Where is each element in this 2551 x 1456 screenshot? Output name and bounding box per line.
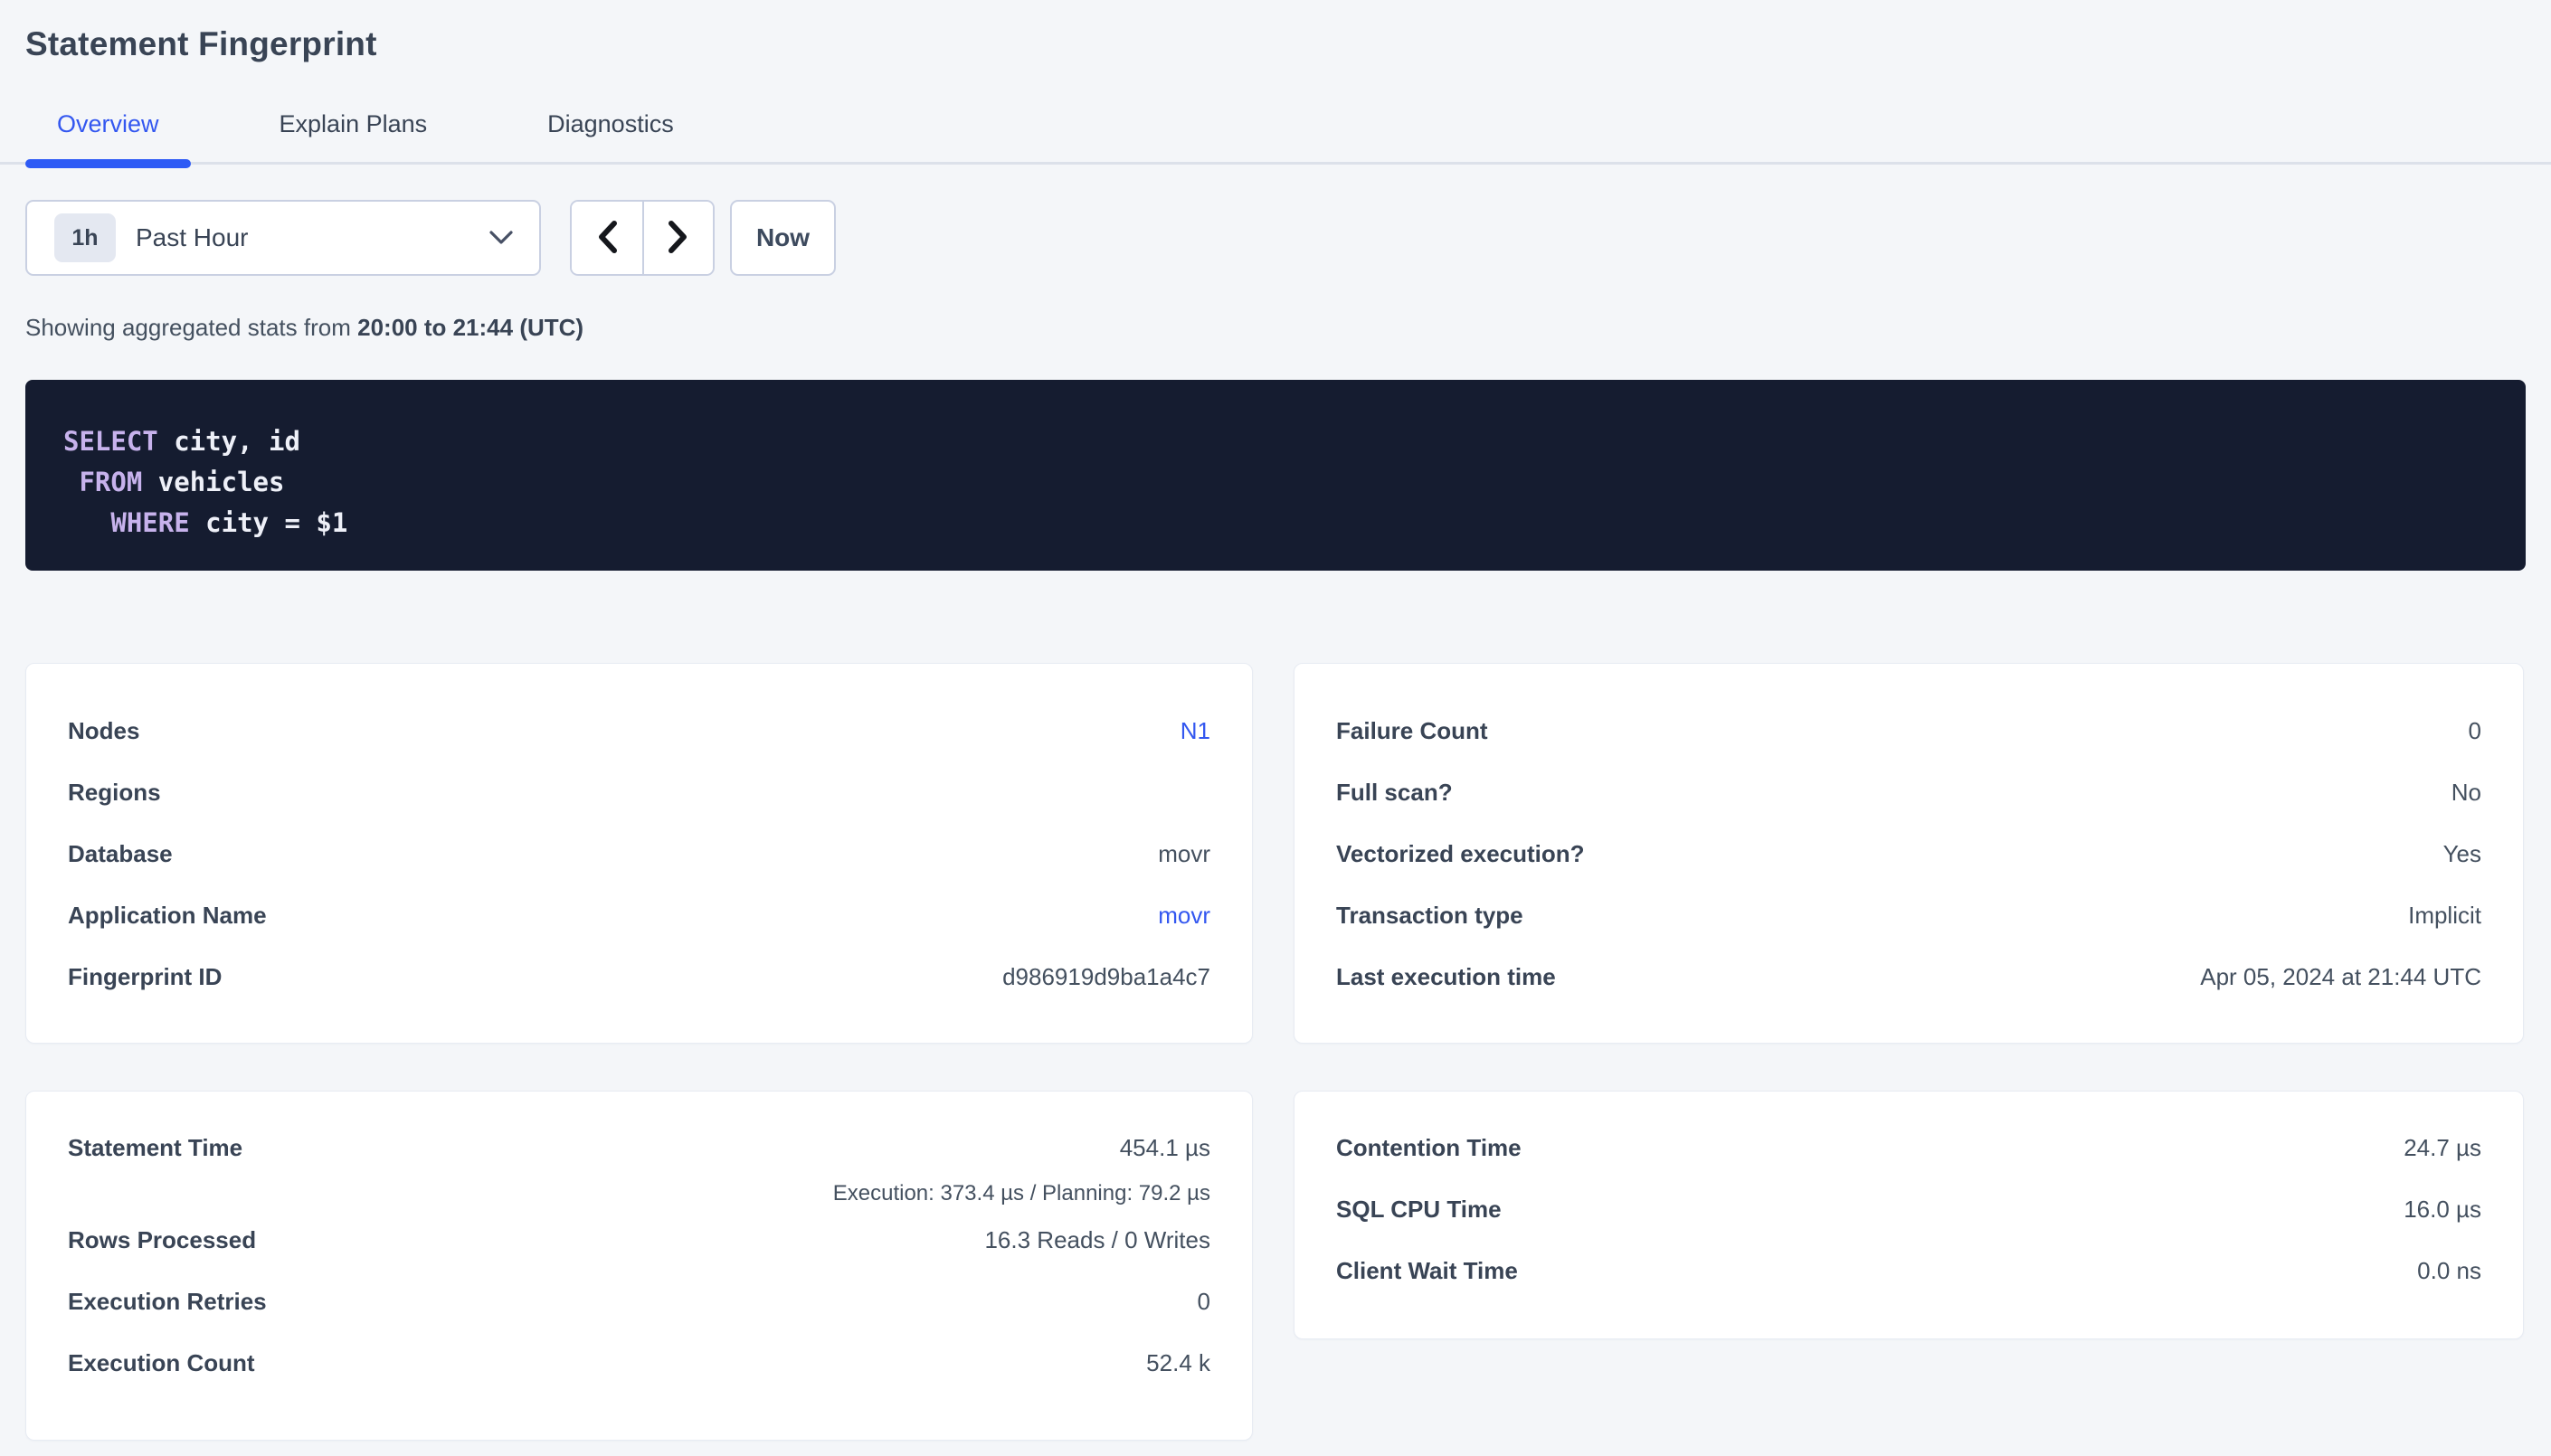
- table-row: Contention Time 24.7 µs: [1336, 1117, 2481, 1178]
- stats-line-prefix: Showing aggregated stats from: [25, 314, 357, 341]
- table-row: Last execution time Apr 05, 2024 at 21:4…: [1336, 946, 2481, 1007]
- row-label: Regions: [68, 779, 161, 807]
- row-value: 454.1 µs: [1120, 1134, 1210, 1162]
- row-value: 16.0 µs: [2404, 1196, 2481, 1224]
- row-label: Execution Retries: [68, 1288, 267, 1316]
- table-row: Vectorized execution? Yes: [1336, 823, 2481, 884]
- row-label: Application Name: [68, 902, 267, 930]
- tab-overview-label: Overview: [57, 110, 159, 137]
- tab-bar: Overview Explain Plans Diagnostics: [0, 110, 2551, 165]
- row-value: 0: [1198, 1288, 1210, 1316]
- sql-line: WHERE city = $1: [63, 503, 2489, 544]
- time-controls: 1h Past Hour Now: [25, 200, 2526, 276]
- row-value: No: [2451, 779, 2481, 807]
- row-value: 24.7 µs: [2404, 1134, 2481, 1162]
- sql-keyword: SELECT: [63, 426, 158, 457]
- table-row: Rows Processed 16.3 Reads / 0 Writes: [68, 1209, 1210, 1271]
- tab-overview[interactable]: Overview: [25, 110, 191, 162]
- row-value: 16.3 Reads / 0 Writes: [984, 1226, 1210, 1254]
- table-row: Regions: [68, 761, 1210, 823]
- sql-line: FROM vehicles: [63, 462, 2489, 503]
- row-value: 0.0 ns: [2417, 1257, 2481, 1285]
- row-label: Nodes: [68, 717, 139, 745]
- row-label: Contention Time: [1336, 1134, 1522, 1162]
- previous-interval-button[interactable]: [572, 202, 642, 274]
- sql-line: SELECT city, id: [63, 421, 2489, 462]
- tab-explain-plans-label: Explain Plans: [280, 110, 428, 137]
- sql-statement-box: SELECT city, id FROM vehicles WHERE city…: [25, 380, 2526, 571]
- row-subvalue: Execution: 373.4 µs / Planning: 79.2 µs: [833, 1181, 1210, 1206]
- row-value: Yes: [2443, 840, 2481, 868]
- sql-keyword: WHERE: [110, 507, 189, 538]
- sql-text: city, id: [158, 426, 300, 457]
- row-value: Apr 05, 2024 at 21:44 UTC: [2200, 963, 2481, 991]
- execution-attributes-card: Failure Count 0 Full scan? No Vectorized…: [1294, 663, 2524, 1044]
- row-label: Full scan?: [1336, 779, 1453, 807]
- chevron-right-icon: [668, 220, 689, 257]
- tab-diagnostics[interactable]: Diagnostics: [516, 110, 706, 162]
- table-row: Full scan? No: [1336, 761, 2481, 823]
- table-row: Transaction type Implicit: [1336, 884, 2481, 946]
- page-title: Statement Fingerprint: [25, 0, 2526, 65]
- statement-details-card: Nodes N1 Regions Database movr Applicati…: [25, 663, 1253, 1044]
- sql-text: city = $1: [190, 507, 348, 538]
- time-range-badge: 1h: [54, 213, 116, 262]
- table-row: Failure Count 0: [1336, 700, 2481, 761]
- statement-time-breakdown: Execution: 373.4 µs / Planning: 79.2 µs: [68, 1178, 1210, 1209]
- tab-explain-plans[interactable]: Explain Plans: [248, 110, 460, 162]
- table-row: Application Name movr: [68, 884, 1210, 946]
- row-label: Client Wait Time: [1336, 1257, 1518, 1285]
- stats-line-range: 20:00 to 21:44 (UTC): [357, 314, 583, 341]
- row-label: Execution Count: [68, 1349, 255, 1377]
- table-row: Fingerprint ID d986919d9ba1a4c7: [68, 946, 1210, 1007]
- table-row: Execution Retries 0: [68, 1271, 1210, 1332]
- statement-fingerprint-page: Statement Fingerprint Overview Explain P…: [0, 0, 2551, 1441]
- time-nav-button-group: [570, 200, 715, 276]
- row-value: 52.4 k: [1146, 1349, 1210, 1377]
- row-label: Statement Time: [68, 1134, 242, 1162]
- row-label: Database: [68, 840, 173, 868]
- aggregated-stats-line: Showing aggregated stats from 20:00 to 2…: [25, 314, 2526, 342]
- application-name-link[interactable]: movr: [1158, 902, 1210, 930]
- statement-time-card: Statement Time 454.1 µs Execution: 373.4…: [25, 1091, 1253, 1441]
- summary-cards: Nodes N1 Regions Database movr Applicati…: [25, 663, 2526, 1441]
- chevron-down-icon: [488, 230, 514, 251]
- table-row: Client Wait Time 0.0 ns: [1336, 1240, 2481, 1301]
- row-value: d986919d9ba1a4c7: [1002, 963, 1210, 991]
- nodes-link[interactable]: N1: [1181, 717, 1210, 745]
- row-label: Last execution time: [1336, 963, 1556, 991]
- row-label: SQL CPU Time: [1336, 1196, 1502, 1224]
- row-label: Fingerprint ID: [68, 963, 222, 991]
- row-label: Rows Processed: [68, 1226, 256, 1254]
- row-label: Vectorized execution?: [1336, 840, 1585, 868]
- active-tab-underline: [25, 159, 191, 168]
- row-label: Failure Count: [1336, 717, 1488, 745]
- sql-keyword: FROM: [79, 467, 142, 497]
- row-label: Transaction type: [1336, 902, 1523, 930]
- table-row: SQL CPU Time 16.0 µs: [1336, 1178, 2481, 1240]
- sql-text: vehicles: [142, 467, 284, 497]
- table-row: Execution Count 52.4 k: [68, 1332, 1210, 1394]
- now-button[interactable]: Now: [730, 200, 836, 276]
- time-range-dropdown[interactable]: 1h Past Hour: [25, 200, 541, 276]
- table-row: Nodes N1: [68, 700, 1210, 761]
- table-row: Statement Time 454.1 µs: [68, 1117, 1210, 1178]
- table-row: Database movr: [68, 823, 1210, 884]
- row-value: Implicit: [2408, 902, 2481, 930]
- next-interval-button[interactable]: [642, 202, 713, 274]
- row-value: 0: [2469, 717, 2481, 745]
- chevron-left-icon: [596, 220, 618, 257]
- time-range-selected-label: Past Hour: [136, 223, 488, 252]
- tab-diagnostics-label: Diagnostics: [547, 110, 674, 137]
- wait-time-card: Contention Time 24.7 µs SQL CPU Time 16.…: [1294, 1091, 2524, 1339]
- row-value: movr: [1158, 840, 1210, 868]
